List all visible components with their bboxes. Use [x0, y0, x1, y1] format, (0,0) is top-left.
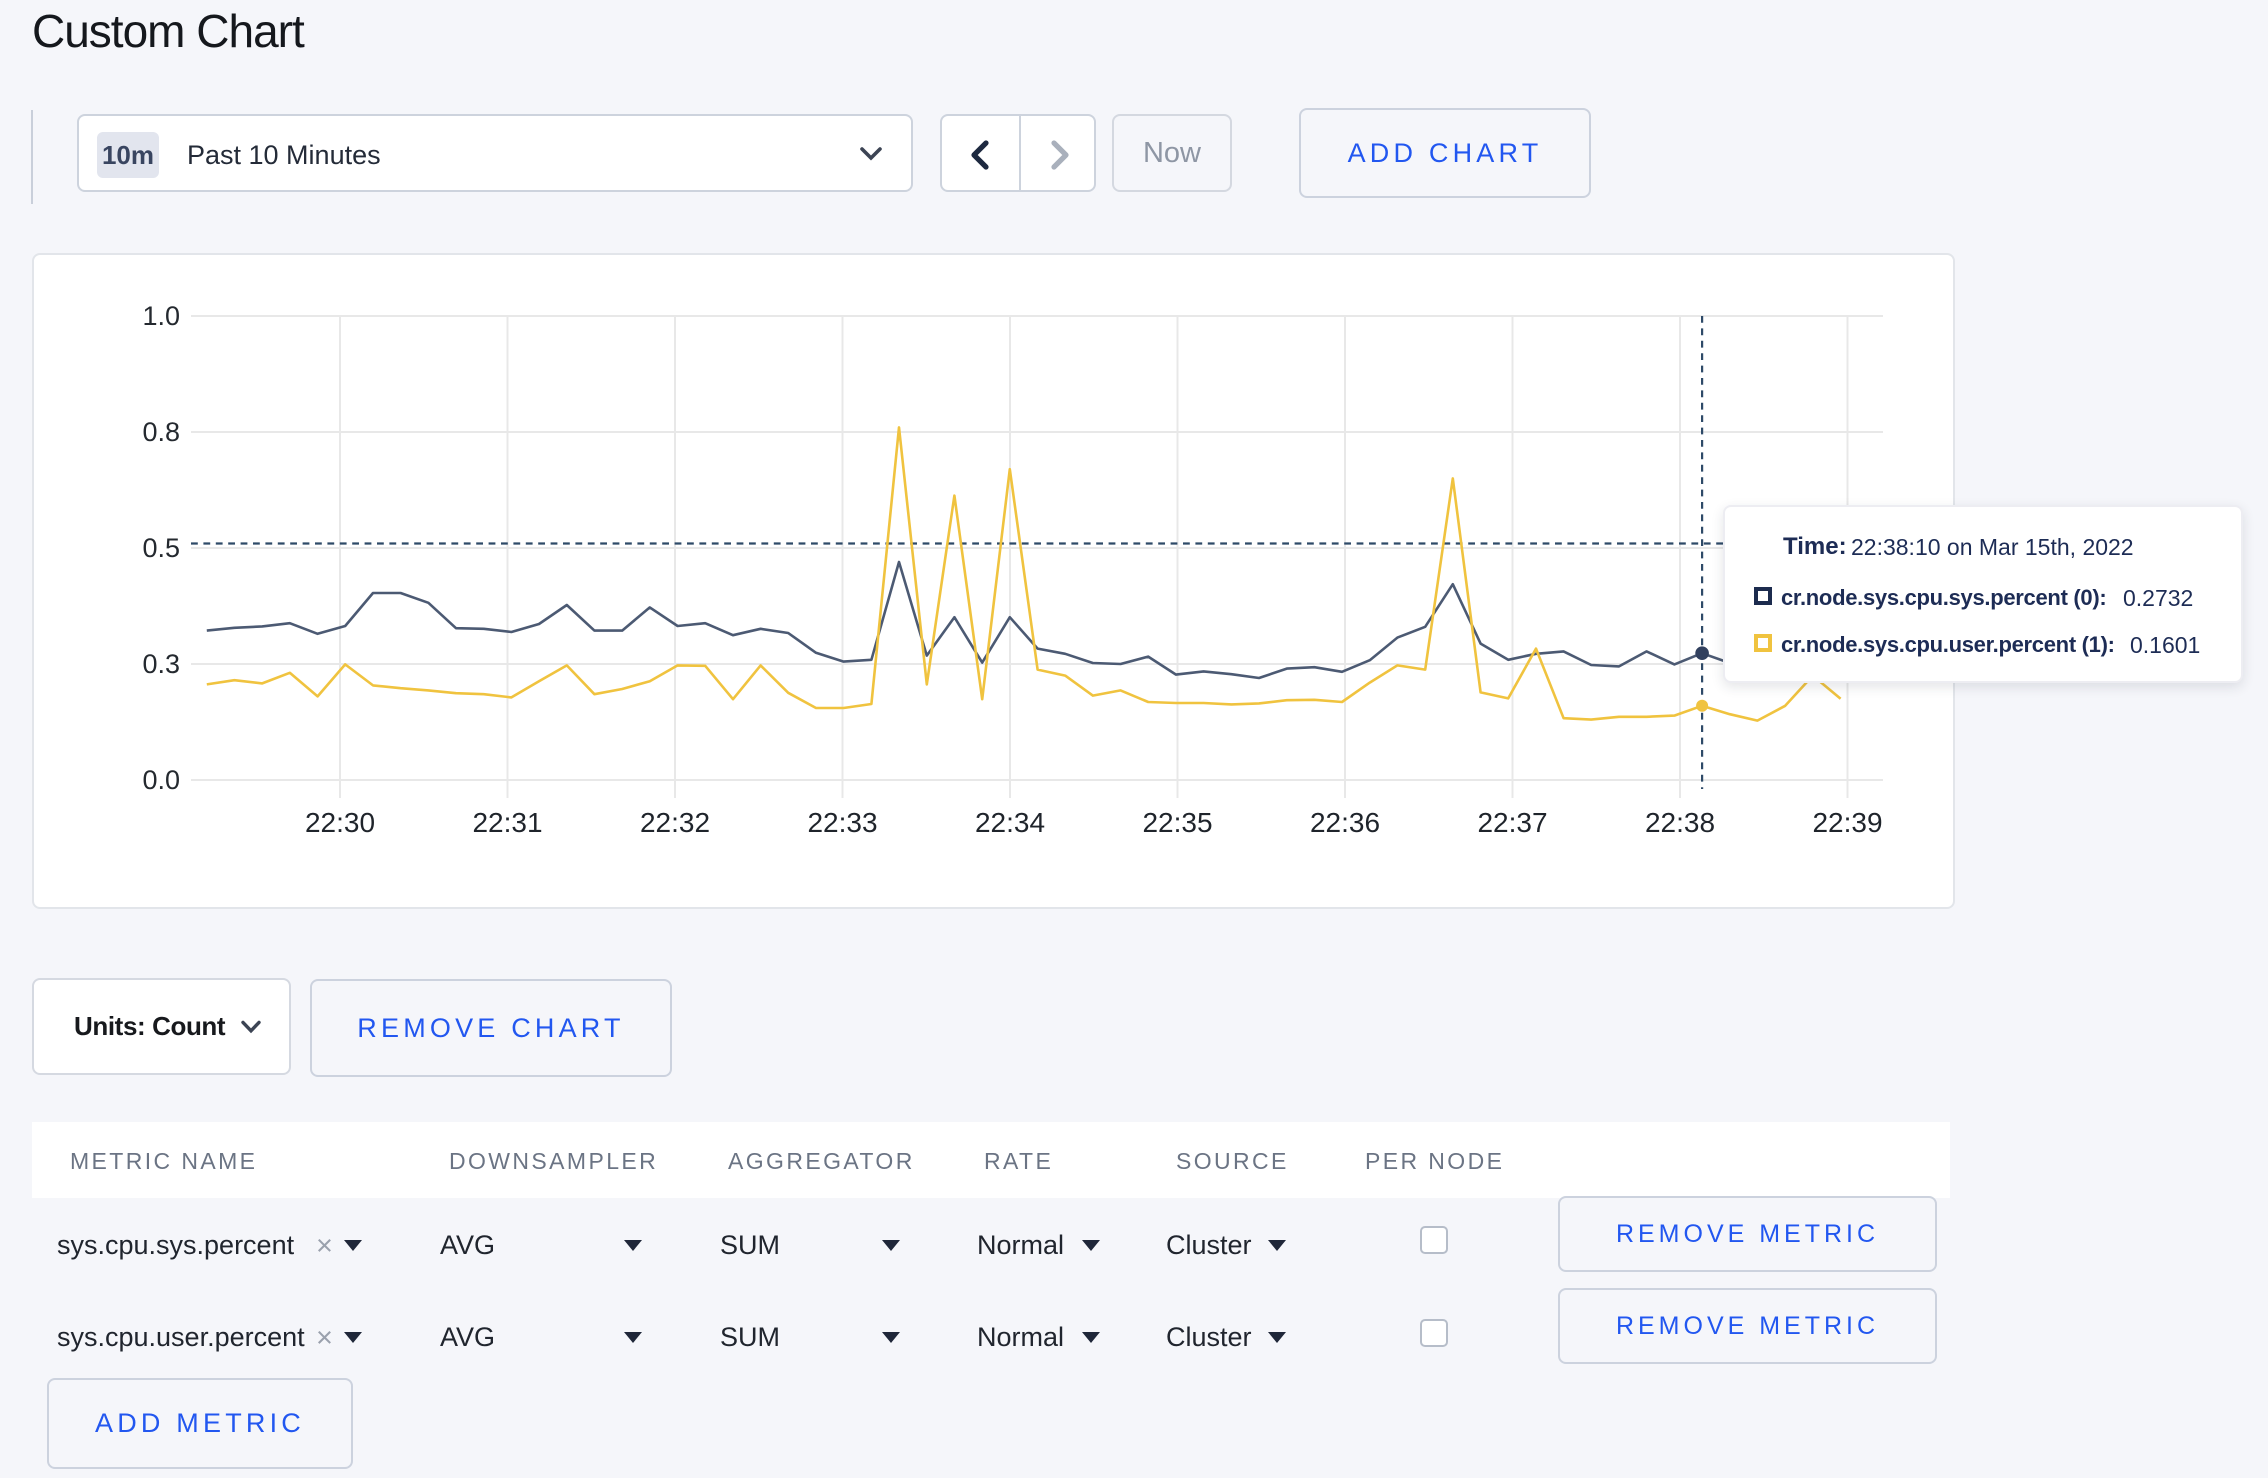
svg-text:22:31: 22:31 — [472, 807, 542, 838]
svg-text:22:34: 22:34 — [975, 807, 1045, 838]
svg-text:22:37: 22:37 — [1477, 807, 1547, 838]
svg-text:1.0: 1.0 — [142, 301, 180, 331]
svg-text:22:38: 22:38 — [1645, 807, 1715, 838]
svg-text:0.0: 0.0 — [142, 765, 180, 795]
svg-text:22:32: 22:32 — [640, 807, 710, 838]
svg-text:0.3: 0.3 — [142, 649, 180, 679]
svg-text:22:35: 22:35 — [1142, 807, 1212, 838]
svg-text:22:30: 22:30 — [305, 807, 375, 838]
svg-text:22:33: 22:33 — [807, 807, 877, 838]
svg-text:0.5: 0.5 — [142, 533, 180, 563]
svg-text:22:36: 22:36 — [1310, 807, 1380, 838]
svg-text:22:39: 22:39 — [1812, 807, 1882, 838]
svg-text:0.8: 0.8 — [142, 417, 180, 447]
